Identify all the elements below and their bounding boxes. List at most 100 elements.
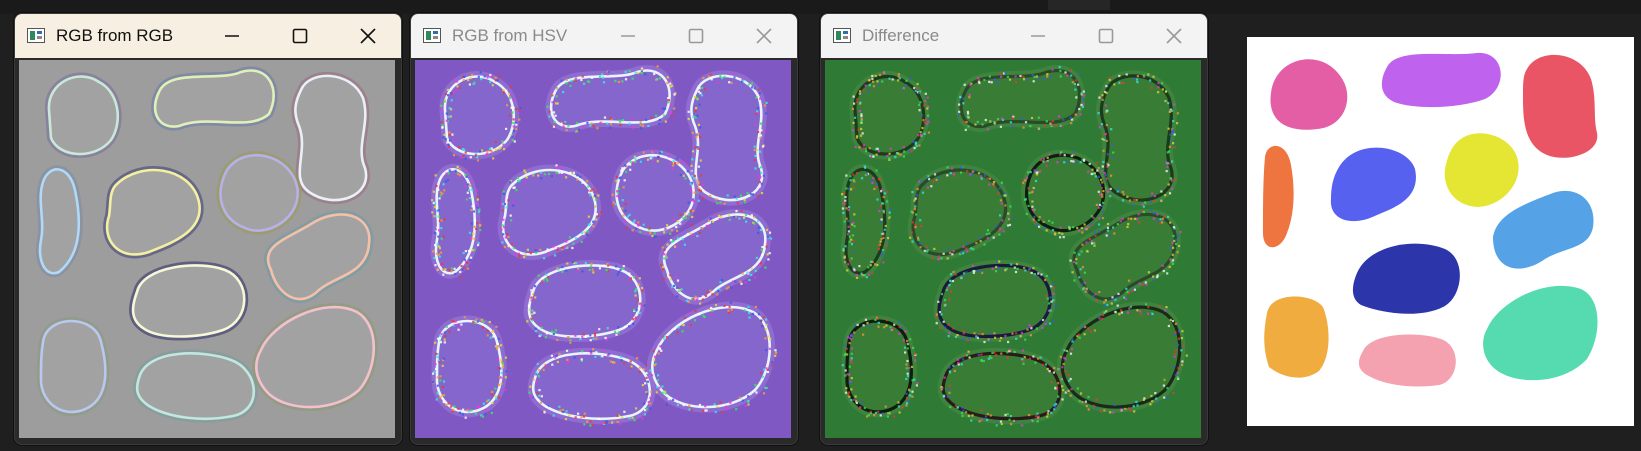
edge-artifact (545, 332, 548, 335)
edge-artifact (976, 120, 979, 123)
edge-artifact (885, 324, 888, 327)
edge-artifact (666, 243, 669, 246)
edge-artifact (1044, 278, 1047, 282)
edge-artifact (448, 107, 451, 110)
edge-artifact (710, 313, 713, 316)
edge-artifact (1098, 96, 1101, 99)
edge-artifact (538, 369, 541, 372)
title-bar[interactable]: Difference (821, 14, 1207, 58)
blob-shape (611, 149, 700, 237)
edge-artifact (1094, 407, 1097, 410)
window-rgb-from-rgb[interactable]: RGB from RGB (14, 13, 402, 445)
edge-artifact (1022, 181, 1025, 184)
edge-artifact (663, 335, 666, 338)
edge-artifact (1120, 309, 1123, 312)
edge-artifact (1033, 220, 1037, 223)
edge-artifact (1083, 271, 1086, 274)
edge-artifact (433, 256, 436, 260)
edge-artifact (1069, 377, 1072, 381)
maximize-button[interactable] (277, 18, 323, 54)
edge-artifact (624, 70, 627, 73)
edge-artifact (960, 363, 963, 366)
edge-artifact (1021, 349, 1025, 352)
edge-artifact (699, 126, 702, 129)
edge-artifact (643, 304, 646, 307)
edge-artifact (698, 103, 701, 106)
edge-artifact (913, 87, 916, 90)
edge-artifact (847, 336, 850, 339)
edge-artifact (1106, 303, 1109, 307)
edge-artifact (908, 150, 911, 153)
edge-artifact (718, 214, 721, 217)
edge-artifact (906, 402, 909, 405)
edge-artifact (739, 194, 742, 197)
edge-artifact (509, 214, 512, 217)
edge-artifact (552, 111, 556, 114)
edge-artifact (758, 181, 761, 184)
edge-artifact (978, 333, 981, 336)
edge-artifact (958, 110, 961, 113)
close-button[interactable] (741, 18, 787, 54)
edge-artifact (1167, 324, 1170, 328)
edge-artifact (968, 96, 971, 99)
close-button[interactable] (1151, 18, 1197, 54)
minimize-button[interactable] (605, 18, 651, 54)
edge-artifact (658, 152, 662, 155)
edge-artifact (930, 185, 933, 188)
edge-artifact (486, 150, 489, 153)
edge-artifact (946, 174, 949, 177)
edge-artifact (1082, 98, 1085, 101)
edge-artifact (462, 252, 465, 255)
edge-artifact (464, 250, 467, 253)
edge-artifact (964, 411, 968, 414)
edge-artifact (847, 391, 851, 394)
minimize-button[interactable] (1015, 18, 1061, 54)
edge-artifact (1142, 74, 1145, 77)
edge-artifact (999, 420, 1003, 423)
edge-artifact (657, 352, 660, 355)
edge-artifact (547, 276, 550, 279)
edge-artifact (676, 331, 679, 334)
title-bar[interactable]: RGB from RGB (15, 14, 401, 58)
edge-artifact (1157, 219, 1160, 222)
edge-artifact (1176, 122, 1179, 125)
edge-artifact (855, 401, 858, 405)
edge-artifact (564, 418, 568, 421)
edge-artifact (964, 128, 967, 131)
edge-artifact (1175, 238, 1178, 242)
edge-artifact (1093, 242, 1096, 245)
edge-artifact (867, 266, 870, 269)
edge-artifact (668, 162, 671, 165)
edge-artifact (1059, 355, 1062, 359)
edge-artifact (1158, 304, 1161, 308)
edge-artifact (1046, 412, 1049, 415)
edge-artifact (1047, 410, 1050, 413)
edge-artifact (464, 157, 467, 160)
maximize-button[interactable] (1083, 18, 1129, 54)
maximize-button[interactable] (673, 18, 719, 54)
edge-artifact (466, 197, 470, 200)
edge-artifact (702, 77, 705, 80)
window-difference[interactable]: Difference (820, 13, 1208, 445)
edge-artifact (595, 337, 598, 340)
edge-artifact (469, 156, 472, 159)
edge-artifact (707, 225, 710, 228)
edge-artifact (762, 392, 766, 395)
title-bar[interactable]: RGB from HSV (411, 14, 797, 58)
edge-artifact (1118, 81, 1121, 84)
edge-artifact (1173, 146, 1176, 149)
edge-artifact (503, 148, 506, 151)
minimize-button[interactable] (209, 18, 255, 54)
edge-artifact (852, 239, 855, 242)
edge-artifact (753, 158, 756, 162)
edge-artifact (692, 150, 695, 153)
edge-artifact (746, 271, 749, 274)
edge-artifact (917, 134, 920, 137)
edge-artifact (642, 151, 645, 154)
edge-artifact (672, 218, 675, 221)
close-button[interactable] (345, 18, 391, 54)
edge-artifact (743, 201, 746, 204)
edge-artifact (760, 248, 763, 252)
edge-artifact (1141, 283, 1144, 286)
window-rgb-from-hsv[interactable]: RGB from HSV (410, 13, 798, 445)
